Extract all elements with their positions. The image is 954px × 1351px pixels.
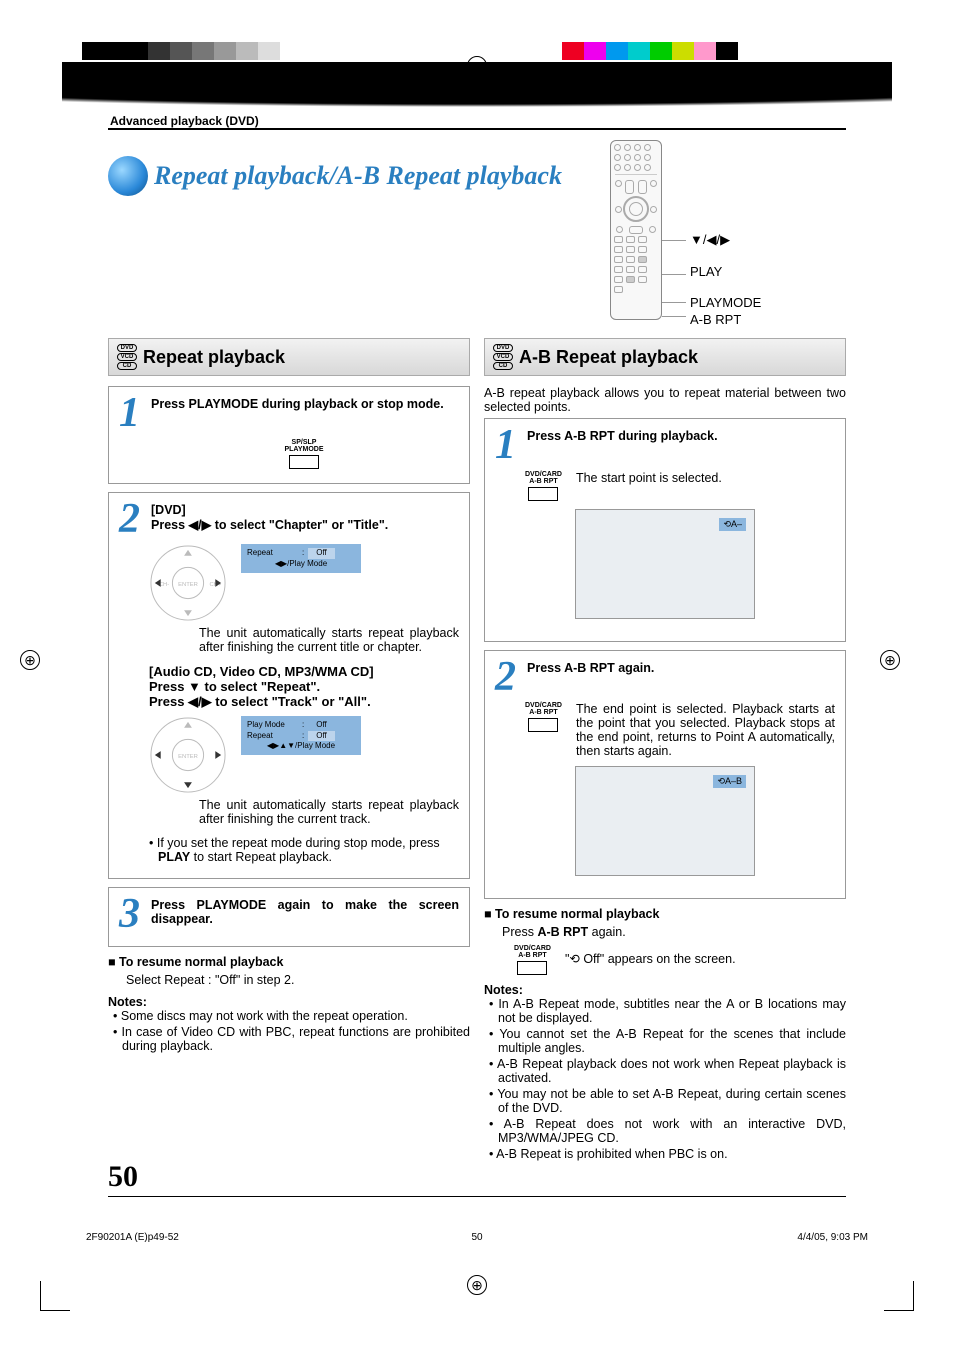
ab-step2-para: The end point is selected. Playback star… (576, 702, 835, 758)
remote-label-nav: ▼/◀/▶ (690, 232, 761, 248)
remote-label-playmode: PLAYMODE (690, 295, 761, 310)
disc-type-icons: DVD VCD CD (117, 344, 137, 370)
heading-repeat-playback: DVD VCD CD Repeat playback (108, 338, 470, 376)
step-2-box: 2 [DVD] Press ◀/▶ to select "Chapter" or… (108, 492, 470, 880)
callout-line (662, 274, 686, 275)
print-registration-blocks-left (82, 42, 280, 60)
footer-right: 4/4/05, 9:03 PM (797, 1232, 868, 1243)
off-message: "⟲ Off" appears on the screen. (565, 951, 736, 966)
page-number: 50 (108, 1160, 138, 1194)
header-band (62, 62, 892, 86)
crop-mark-br (884, 1281, 914, 1311)
resume-heading-right: To resume normal playback (484, 907, 846, 921)
ab-step1-text: Press A-B RPT during playback. (527, 429, 835, 443)
svg-text:ENTER: ENTER (178, 754, 198, 760)
print-registration-blocks-right (562, 42, 738, 60)
dpad-icon: ENTERCH-CH+ (149, 544, 227, 622)
section-rule (108, 128, 846, 130)
step2-para2: The unit automatically starts repeat pla… (199, 798, 459, 826)
step-3-text: Press PLAYMODE again to make the screen … (151, 898, 459, 926)
remote-illustration (610, 140, 662, 320)
registration-mark-left: ⊕ (20, 650, 40, 670)
step2-bullet: • If you set the repeat mode during stop… (149, 836, 459, 864)
screen-preview-ab: ⟲A–B (575, 766, 755, 876)
ab-intro: A-B repeat playback allows you to repeat… (484, 386, 846, 414)
header-curve (62, 86, 892, 116)
disc-type-icons: DVD VCD CD (493, 344, 513, 370)
step-1-text: Press PLAYMODE during playback or stop m… (151, 397, 459, 411)
resume-text-left: Select Repeat : "Off" in step 2. (126, 973, 470, 987)
step-number-1: 1 (495, 429, 521, 463)
step-number-3: 3 (119, 898, 145, 932)
right-column: DVD VCD CD A-B Repeat playback A-B repea… (484, 338, 846, 1163)
heading-ab-repeat: DVD VCD CD A-B Repeat playback (484, 338, 846, 376)
ab-step2-text: Press A-B RPT again. (527, 661, 835, 675)
step2-para1: The unit automatically starts repeat pla… (199, 626, 459, 654)
step2-line3: Press ◀/▶ to select "Track" or "All". (149, 694, 459, 710)
notes-list-right: In A-B Repeat mode, subtitles near the A… (484, 997, 846, 1161)
callout-line (662, 240, 686, 241)
page-number-rule (108, 1196, 846, 1197)
footer: 2F90201A (E)p49-52 50 4/4/05, 9:03 PM (86, 1232, 868, 1243)
registration-mark-bottom: ⊕ (467, 1275, 487, 1295)
step2-line2: Press ▼ to select "Repeat". (149, 679, 459, 694)
notes-list-left: Some discs may not work with the repeat … (108, 1009, 470, 1053)
registration-mark-right: ⊕ (880, 650, 900, 670)
ab-step-2-box: 2 Press A-B RPT again. DVD/CARD A-B RPT … (484, 650, 846, 900)
screen-preview-a: ⟲A– (575, 509, 755, 619)
callout-line (662, 302, 686, 303)
footer-left: 2F90201A (E)p49-52 (86, 1232, 179, 1243)
abrpt-button-icon: DVD/CARD A-B RPT (525, 471, 562, 501)
heading-text: Repeat playback (143, 347, 285, 368)
resume-heading-left: To resume normal playback (108, 955, 470, 969)
remote-callout-labels: ▼/◀/▶ PLAY PLAYMODE A-B RPT (690, 232, 761, 343)
heading-text: A-B Repeat playback (519, 347, 698, 368)
step-1-box: 1 Press PLAYMODE during playback or stop… (108, 386, 470, 484)
remote-label-abrpt: A-B RPT (690, 312, 761, 327)
svg-text:ENTER: ENTER (178, 582, 198, 588)
title-bullet-icon (108, 156, 148, 196)
step-number-2: 2 (495, 661, 521, 695)
osd-playmode-repeat: Play Mode:Off Repeat:Off ◀▶▲▼/Play Mode (241, 716, 361, 755)
ab-step-1-box: 1 Press A-B RPT during playback. DVD/CAR… (484, 418, 846, 642)
left-column: DVD VCD CD Repeat playback 1 Press PLAYM… (108, 338, 470, 1163)
screen-badge-ab: ⟲A–B (713, 775, 746, 788)
step-number-1: 1 (119, 397, 145, 431)
step-number-2: 2 (119, 503, 145, 537)
notes-heading-left: Notes: (108, 995, 470, 1009)
notes-heading-right: Notes: (484, 983, 846, 997)
remote-label-play: PLAY (690, 264, 761, 279)
abrpt-button-icon: DVD/CARD A-B RPT (514, 945, 551, 975)
abrpt-button-icon: DVD/CARD A-B RPT (525, 702, 562, 732)
playmode-button-icon: SP/SLP PLAYMODE (149, 439, 459, 469)
osd-repeat-off: Repeat:Off ◀▶/Play Mode (241, 544, 361, 573)
footer-center: 50 (471, 1232, 482, 1243)
dvd-label: [DVD] (151, 503, 459, 517)
dpad-icon: ENTER (149, 716, 227, 794)
page-title: Repeat playback/A-B Repeat playback (154, 161, 562, 191)
crop-mark-bl (40, 1281, 70, 1311)
step-3-box: 3 Press PLAYMODE again to make the scree… (108, 887, 470, 947)
screen-badge-a: ⟲A– (719, 518, 746, 531)
audio-cd-label: [Audio CD, Video CD, MP3/WMA CD] (149, 664, 459, 679)
section-label: Advanced playback (DVD) (110, 114, 259, 128)
ab-step1-sub: The start point is selected. (576, 471, 722, 485)
callout-line (662, 316, 686, 317)
step2-line1: Press ◀/▶ to select "Chapter" or "Title"… (151, 517, 459, 532)
resume-text-right: Press A-B RPT again. (502, 925, 846, 939)
